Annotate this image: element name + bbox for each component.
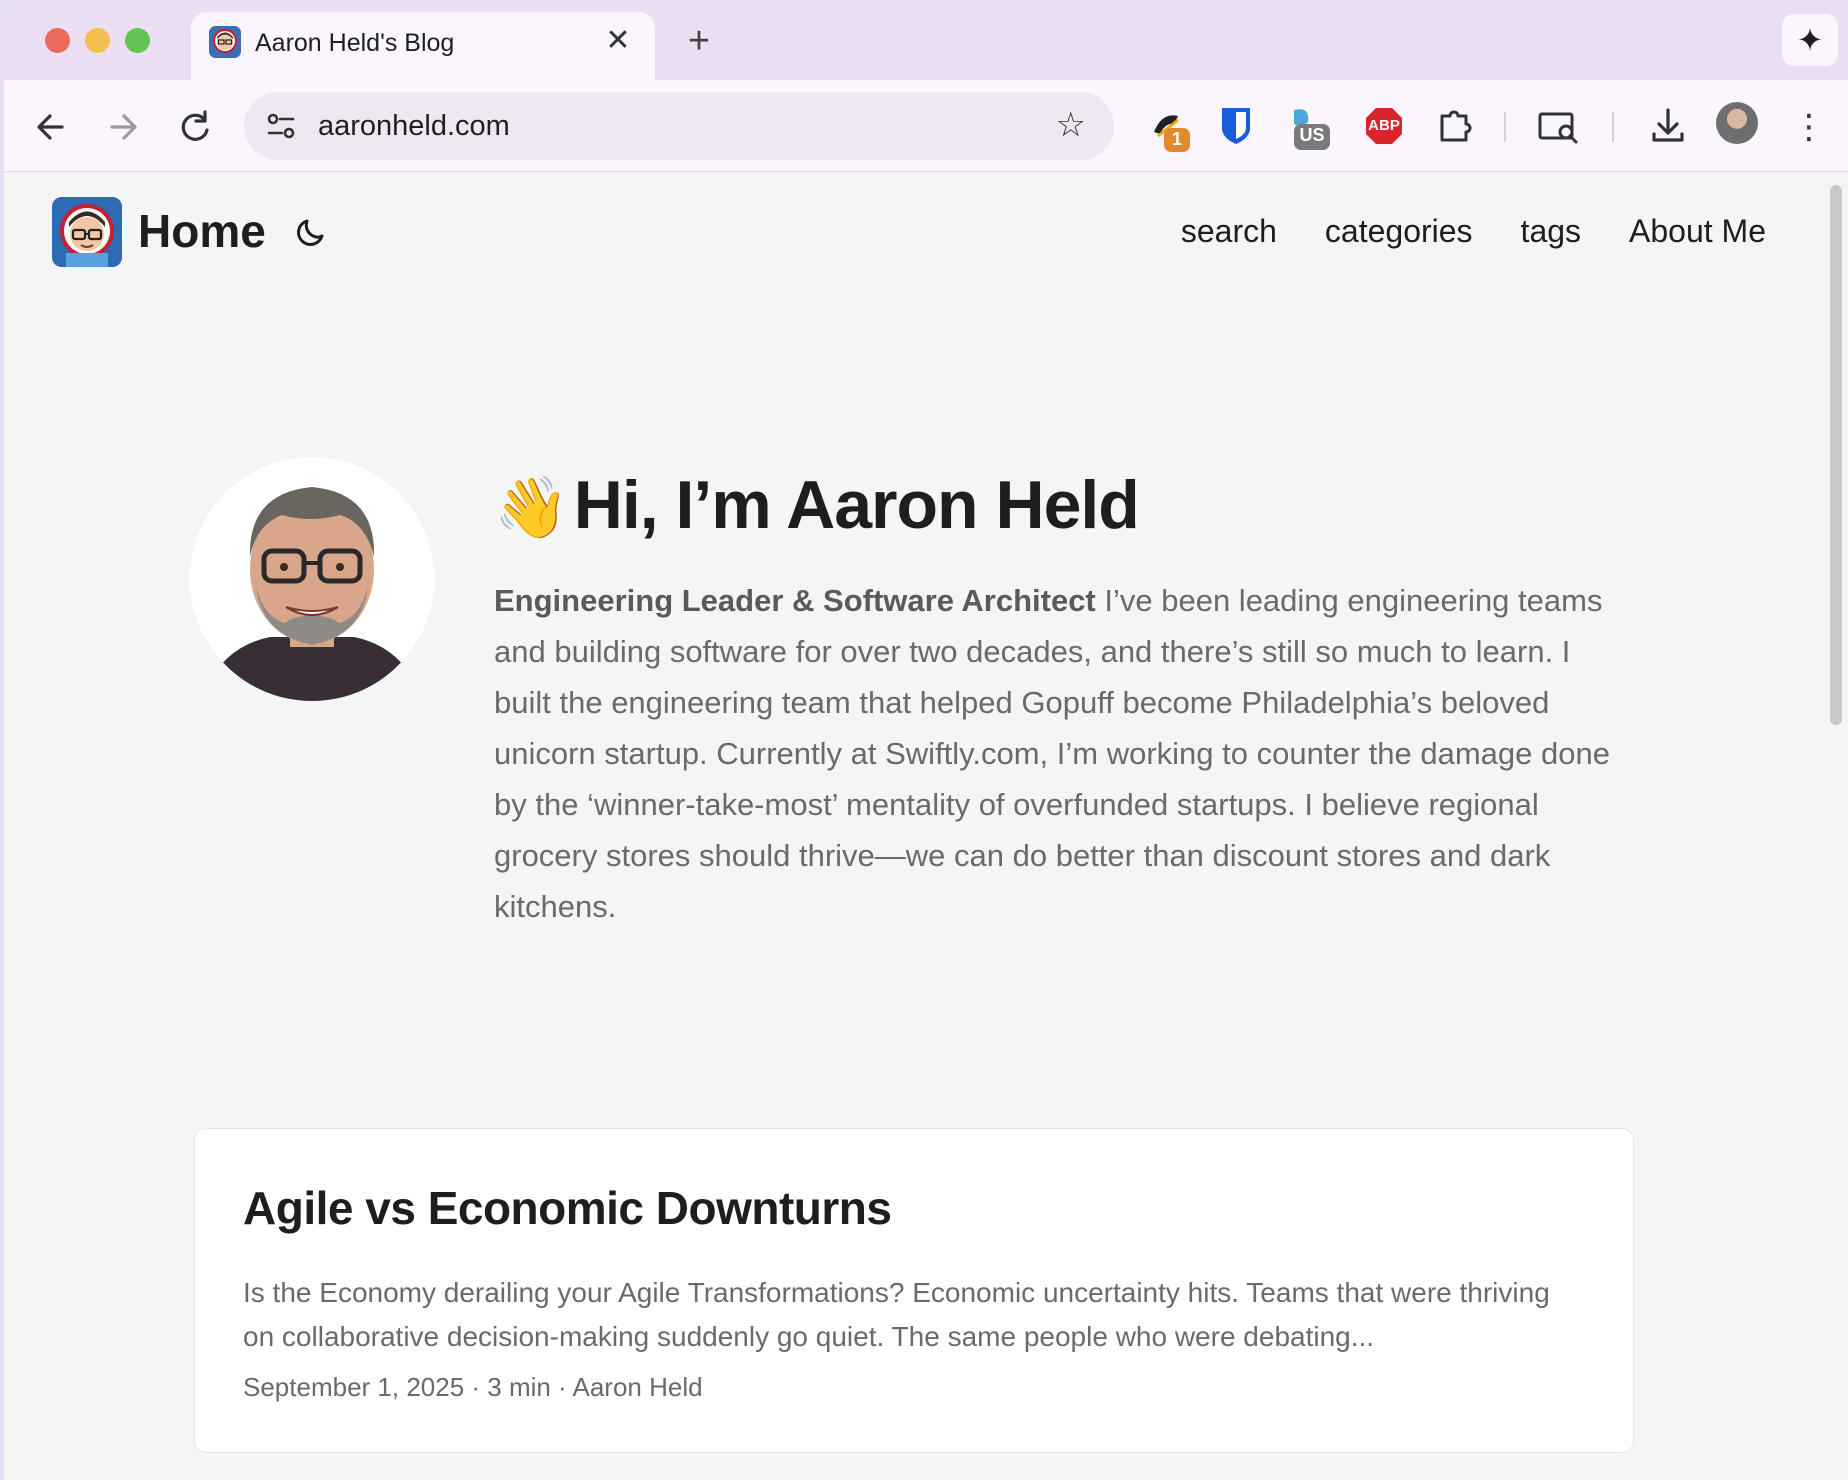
extensions-puzzle-icon[interactable] <box>1430 102 1478 150</box>
post-title[interactable]: Agile vs Economic Downturns <box>243 1179 892 1237</box>
toolbar-divider <box>1612 112 1614 142</box>
site-logo[interactable] <box>52 197 122 267</box>
close-tab-icon[interactable]: ✕ <box>601 24 635 58</box>
extension-badge: 1 <box>1164 128 1190 152</box>
close-window-button[interactable] <box>45 28 70 53</box>
hero-title-text: Hi, I’m Aaron Held <box>573 467 1140 543</box>
address-bar[interactable]: aaronheld.com ☆ <box>244 92 1114 160</box>
hero-heading: 👋Hi, I’m Aaron Held <box>494 463 1140 550</box>
nav-search-link[interactable]: search <box>1181 211 1277 251</box>
browser-toolbar: aaronheld.com ☆ 1 US ABP ⋮ <box>4 80 1848 172</box>
sparkle-icon[interactable]: ✦ <box>1782 14 1838 66</box>
browser-window: Aaron Held's Blog ✕ + ✦ aaronheld.com ☆ … <box>4 0 1848 1480</box>
tab-title: Aaron Held's Blog <box>255 29 455 57</box>
reading-mode-icon[interactable] <box>1534 102 1582 150</box>
new-tab-button[interactable]: + <box>676 18 722 64</box>
moon-icon[interactable] <box>294 213 330 249</box>
avatar-favicon-icon <box>209 26 241 58</box>
tab-aaron-held-blog[interactable]: Aaron Held's Blog ✕ <box>191 12 655 80</box>
profile-avatar[interactable] <box>1716 102 1758 144</box>
nav-categories-link[interactable]: categories <box>1325 211 1473 251</box>
extension-tampermonkey-icon[interactable]: 1 <box>1144 102 1192 152</box>
site-nav: search categories tags About Me <box>1181 211 1766 251</box>
extension-badge: US <box>1294 124 1330 150</box>
more-menu-icon[interactable]: ⋮ <box>1792 102 1826 152</box>
adblock-label: ABP <box>1368 117 1400 134</box>
reload-icon[interactable] <box>170 102 220 152</box>
post-meta: September 1, 2025 · 3 min · Aaron Held <box>243 1372 703 1402</box>
post-card[interactable]: Agile vs Economic Downturns Is the Econo… <box>194 1128 1634 1453</box>
page-scrollbar[interactable] <box>1824 173 1848 1480</box>
hero-bio-lead: Engineering Leader & Software Architect <box>494 583 1096 618</box>
toolbar-divider <box>1504 112 1506 142</box>
bitwarden-shield-icon[interactable] <box>1212 102 1260 150</box>
nav-tags-link[interactable]: tags <box>1521 211 1581 251</box>
profile-photo <box>190 457 434 701</box>
url-text[interactable]: aaronheld.com <box>318 107 510 145</box>
scrollbar-thumb[interactable] <box>1830 185 1842 725</box>
page-content: Home search categories tags About Me 👋Hi… <box>4 173 1824 1480</box>
site-settings-icon[interactable] <box>264 109 298 143</box>
tab-strip: Aaron Held's Blog ✕ + ✦ <box>4 0 1848 80</box>
home-link[interactable]: Home <box>138 203 266 259</box>
download-icon[interactable] <box>1644 102 1692 150</box>
minimize-window-button[interactable] <box>85 28 110 53</box>
forward-arrow-icon[interactable] <box>98 102 148 152</box>
post-excerpt: Is the Economy derailing your Agile Tran… <box>243 1277 1550 1352</box>
zoom-window-button[interactable] <box>125 28 150 53</box>
hero-bio-body: I’ve been leading engineering teams and … <box>494 583 1610 924</box>
wave-emoji-icon: 👋 <box>494 474 569 541</box>
hero-bio: Engineering Leader & Software Architect … <box>494 575 1634 932</box>
extension-region-icon[interactable]: US <box>1280 102 1330 150</box>
nav-about-link[interactable]: About Me <box>1629 211 1766 251</box>
bookmark-star-icon[interactable]: ☆ <box>1056 105 1086 145</box>
back-arrow-icon[interactable] <box>26 102 76 152</box>
adblock-plus-icon[interactable]: ABP <box>1360 102 1408 150</box>
